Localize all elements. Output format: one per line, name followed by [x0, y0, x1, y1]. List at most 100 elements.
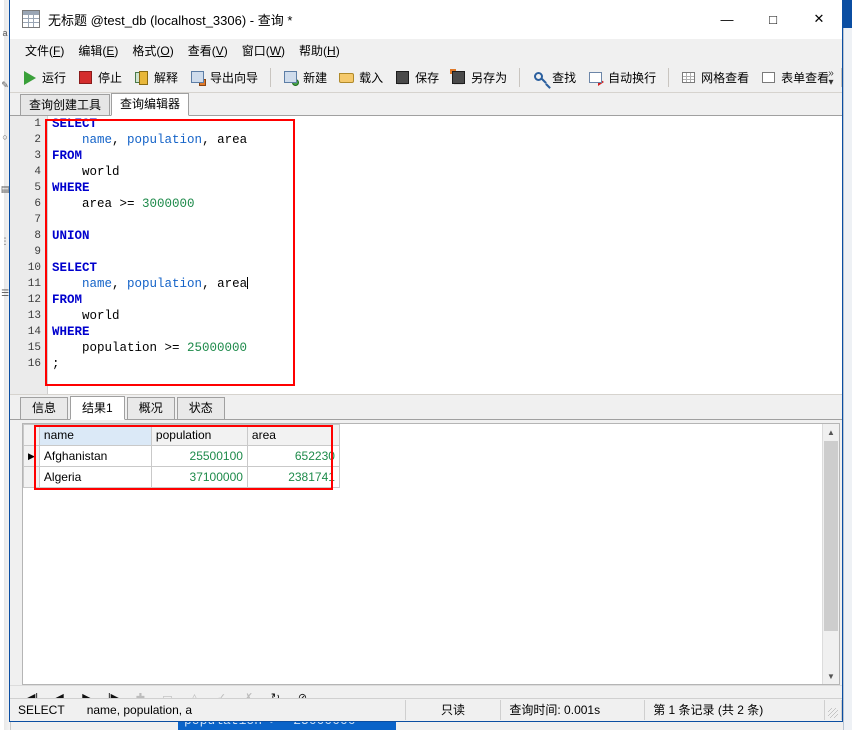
toolbar-new-query-button[interactable]: 新建: [277, 66, 333, 89]
scrollbar-thumb[interactable]: [824, 441, 838, 631]
code-line: WHERE: [52, 324, 842, 340]
line-number-gutter: 1 2 3 4 5 6 7 8 9 10 11 12 13 14 15 16: [10, 116, 48, 394]
editor-tab-query-editor[interactable]: 查询编辑器: [111, 93, 190, 116]
code-token: area: [82, 197, 113, 211]
result-tab-结果1[interactable]: 结果1: [70, 396, 125, 420]
grid-cell-population[interactable]: 25500100: [150, 445, 248, 467]
editor-tab-query-builder[interactable]: 查询创建工具: [20, 94, 111, 115]
toolbar-button-label: 运行: [42, 71, 67, 85]
line-number: 3: [34, 150, 41, 162]
menu-help[interactable]: 帮助(H): [292, 39, 347, 62]
toolbar-stop-button[interactable]: 停止: [72, 66, 128, 89]
toolbar-button-label: 停止: [98, 71, 123, 85]
form-view-icon: [761, 70, 777, 86]
menu-format[interactable]: 格式(O): [125, 39, 180, 62]
save-icon: [395, 70, 411, 86]
resize-grip[interactable]: [825, 700, 842, 720]
sql-code-area[interactable]: SELECT name, population, area FROM world W…: [52, 116, 842, 394]
table-row[interactable]: ▶ Afghanistan 25500100 652230: [23, 445, 340, 467]
toolbar-separator: [668, 68, 670, 87]
code-token: WHERE: [52, 181, 90, 195]
result-tab-状态[interactable]: 状态: [176, 397, 225, 419]
result-grid-panel: name population area ▶ Afghanistan 25500100 6…: [22, 423, 840, 685]
title-bar: 无标题 @test_db (localhost_3306) - 查询 * — □…: [10, 0, 842, 39]
line-number: 8: [34, 230, 41, 242]
code-token: ,: [112, 133, 128, 147]
result-grid[interactable]: name population area ▶ Afghanistan 25500100 6…: [23, 424, 340, 488]
result-grid-scroll-area[interactable]: name population area ▶ Afghanistan 25500100 6…: [23, 424, 823, 684]
code-token: world: [52, 309, 120, 323]
result-tab-概况[interactable]: 概况: [126, 397, 175, 419]
line-number: 11: [27, 278, 41, 290]
code-token: ,: [112, 277, 128, 291]
toolbar-separator: [519, 68, 521, 87]
menu-edit[interactable]: 编辑(E): [71, 39, 125, 62]
table-row[interactable]: Algeria 37100000 2381741: [23, 466, 340, 488]
sql-editor[interactable]: 1 2 3 4 5 6 7 8 9 10 11 12 13 14 15 16 SELECT name, pop…: [10, 116, 842, 395]
menu-file[interactable]: 文件(F): [18, 39, 71, 62]
code-token: 25000000: [187, 341, 248, 355]
code-token: SELECT: [52, 117, 98, 131]
toolbar-button-label: 保存: [415, 71, 440, 85]
grid-cell-area[interactable]: 652230: [246, 445, 340, 467]
menu-window[interactable]: 窗口(W): [235, 39, 292, 62]
new-query-icon: [283, 70, 300, 86]
code-line: SELECT: [52, 116, 842, 132]
grid-column-header-population[interactable]: population: [150, 424, 248, 446]
background-window-right-strip: [843, 0, 852, 730]
result-grid-vertical-scrollbar[interactable]: ▲ ▼: [822, 424, 839, 684]
row-header-cell[interactable]: [23, 466, 40, 488]
word-wrap-icon: [588, 70, 605, 86]
code-token: area: [217, 133, 248, 147]
result-tab-信息[interactable]: 信息: [20, 397, 69, 419]
status-bar: SELECT name, population, a 只读 查询时间: 0.00…: [10, 698, 842, 721]
close-button[interactable]: ✕: [796, 0, 842, 38]
toolbar-explain-button[interactable]: 解释: [128, 66, 184, 89]
line-number: 14: [27, 326, 41, 338]
toolbar-run-button[interactable]: 运行: [16, 66, 72, 89]
code-token: >=: [157, 341, 188, 355]
search-icon: [532, 70, 548, 86]
toolbar-separator: [270, 68, 272, 87]
window-title: 无标题 @test_db (localhost_3306) - 查询 *: [48, 12, 293, 28]
code-line: population >= 25000000: [52, 340, 842, 356]
grid-column-header-name[interactable]: name: [38, 424, 152, 446]
code-token: FROM: [52, 293, 83, 307]
code-token: SELECT: [52, 261, 98, 275]
grid-cell-name[interactable]: Afghanistan: [38, 445, 152, 467]
code-token: FROM: [52, 149, 83, 163]
scroll-down-arrow-icon[interactable]: ▼: [823, 668, 839, 684]
grid-column-header-area[interactable]: area: [246, 424, 340, 446]
toolbar-word-wrap-button[interactable]: 自动换行: [582, 66, 662, 89]
toolbar-button-label: 网格查看: [701, 71, 750, 85]
code-token: population: [127, 277, 203, 291]
toolbar-save-button[interactable]: 保存: [389, 66, 445, 89]
maximize-button[interactable]: □: [750, 0, 796, 38]
code-token: 3000000: [142, 197, 195, 211]
toolbar-export-wizard-button[interactable]: 导出向导: [184, 66, 264, 89]
toolbar-load-button[interactable]: 载入: [333, 66, 389, 89]
scroll-up-arrow-icon[interactable]: ▲: [823, 424, 839, 440]
grid-cell-population[interactable]: 37100000: [150, 466, 248, 488]
code-token: ;: [52, 357, 60, 371]
toolbar-grid-view-button[interactable]: 网格查看: [675, 66, 755, 89]
chevron-down-icon: ▾: [828, 76, 834, 88]
toolbar-save-as-button[interactable]: 另存为: [445, 66, 513, 89]
query-window: 无标题 @test_db (localhost_3306) - 查询 * — □…: [9, 0, 843, 722]
current-row-marker-icon[interactable]: ▶: [23, 445, 40, 467]
code-line: name, population, area: [52, 132, 842, 148]
toolbar-button-label: 自动换行: [608, 71, 657, 85]
grid-header-row: name population area: [23, 424, 340, 446]
minimize-button[interactable]: —: [704, 0, 750, 38]
toolbar-overflow-button[interactable]: » ▾: [822, 63, 840, 92]
toolbar-search-button[interactable]: 查找: [526, 66, 582, 89]
grid-cell-area[interactable]: 2381741: [246, 466, 340, 488]
menu-bar: 文件(F) 编辑(E) 格式(O) 查看(V) 窗口(W) 帮助(H): [10, 39, 842, 63]
grid-cell-name[interactable]: Algeria: [38, 466, 152, 488]
menu-view[interactable]: 查看(V): [181, 39, 235, 62]
code-token: >=: [112, 197, 143, 211]
toolbar-separator: [841, 68, 843, 87]
window-controls: — □ ✕: [704, 0, 842, 38]
code-token: ,: [202, 133, 218, 147]
